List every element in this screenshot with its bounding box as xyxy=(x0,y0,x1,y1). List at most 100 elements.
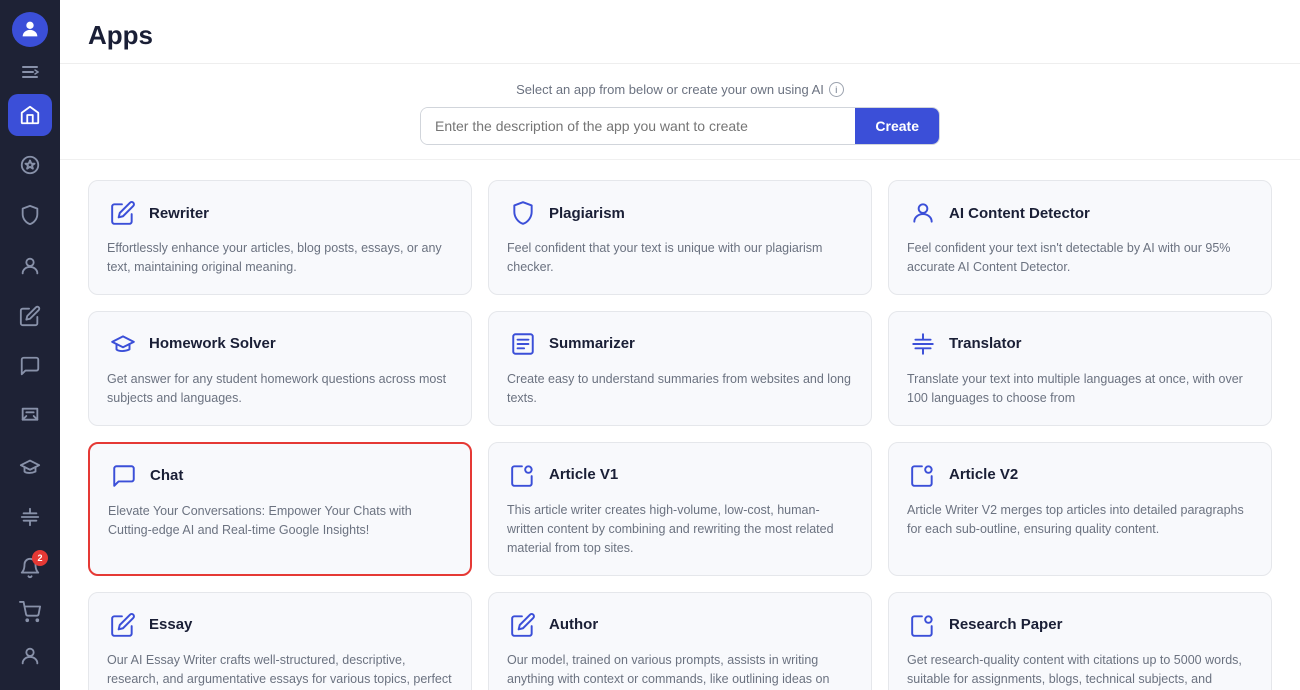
app-card-header-article-v2: Article V2 xyxy=(907,459,1253,491)
app-card-summarizer[interactable]: Summarizer Create easy to understand summ… xyxy=(488,311,872,426)
app-card-desc-author: Our model, trained on various prompts, a… xyxy=(507,651,853,690)
notification-badge: 2 xyxy=(32,550,48,566)
sidebar-item-chat[interactable] xyxy=(8,345,52,387)
app-card-header-ai-content-detector: AI Content Detector xyxy=(907,197,1253,229)
page-header: Apps xyxy=(60,0,1300,64)
app-card-plagiarism[interactable]: Plagiarism Feel confident that your text … xyxy=(488,180,872,295)
main-content: Apps Select an app from below or create … xyxy=(60,0,1300,690)
app-card-desc-ai-content-detector: Feel confident your text isn't detectabl… xyxy=(907,239,1253,278)
app-card-title-research-paper: Research Paper xyxy=(949,616,1062,633)
sidebar-logo xyxy=(12,12,48,47)
app-card-homework-solver[interactable]: Homework Solver Get answer for any studen… xyxy=(88,311,472,426)
author-icon xyxy=(507,609,539,641)
chat-icon xyxy=(108,460,140,492)
app-card-header-chat: Chat xyxy=(108,460,452,492)
app-card-article-v2[interactable]: Article V2 Article Writer V2 merges top a… xyxy=(888,442,1272,576)
app-description-input[interactable] xyxy=(421,108,855,144)
sidebar-item-apps[interactable] xyxy=(8,144,52,186)
search-section: Select an app from below or create your … xyxy=(60,64,1300,160)
app-card-desc-summarizer: Create easy to understand summaries from… xyxy=(507,370,853,409)
homework-solver-icon xyxy=(107,328,139,360)
app-card-title-translator: Translator xyxy=(949,335,1022,352)
app-card-header-essay: Essay xyxy=(107,609,453,641)
info-icon: i xyxy=(829,82,844,97)
edit-icon xyxy=(19,305,41,327)
app-card-header-plagiarism: Plagiarism xyxy=(507,197,853,229)
search-bar: Create xyxy=(420,107,940,145)
sidebar-item-notification[interactable]: 2 xyxy=(8,546,52,590)
app-card-header-rewriter: Rewriter xyxy=(107,197,453,229)
app-card-author[interactable]: Author Our model, trained on various prom… xyxy=(488,592,872,690)
sidebar-item-person[interactable] xyxy=(8,245,52,287)
sidebar-item-graduation[interactable] xyxy=(8,446,52,488)
sidebar-item-shield[interactable] xyxy=(8,194,52,236)
app-card-title-rewriter: Rewriter xyxy=(149,205,209,222)
ai-content-detector-icon xyxy=(907,197,939,229)
app-card-header-author: Author xyxy=(507,609,853,641)
sidebar-item-cart[interactable] xyxy=(8,590,52,634)
app-card-desc-research-paper: Get research-quality content with citati… xyxy=(907,651,1253,690)
app-card-desc-chat: Elevate Your Conversations: Empower Your… xyxy=(108,502,452,541)
apps-grid: Rewriter Effortlessly enhance your articl… xyxy=(60,160,1300,690)
graduation-icon xyxy=(19,456,41,478)
translate-icon xyxy=(19,506,41,528)
app-card-title-article-v1: Article V1 xyxy=(549,466,618,483)
app-card-desc-translator: Translate your text into multiple langua… xyxy=(907,370,1253,409)
app-card-chat[interactable]: Chat Elevate Your Conversations: Empower … xyxy=(88,442,472,576)
app-card-title-article-v2: Article V2 xyxy=(949,466,1018,483)
person-icon xyxy=(19,255,41,277)
research-paper-icon xyxy=(907,609,939,641)
app-card-article-v1[interactable]: Article V1 This article writer creates hi… xyxy=(488,442,872,576)
sidebar-item-user[interactable] xyxy=(8,634,52,678)
app-card-title-homework-solver: Homework Solver xyxy=(149,335,276,352)
sidebar-item-translate[interactable] xyxy=(8,496,52,538)
logo-icon xyxy=(19,18,41,40)
article-v1-icon xyxy=(507,459,539,491)
sidebar-collapse-button[interactable] xyxy=(16,63,44,82)
app-card-research-paper[interactable]: Research Paper Get research-quality conte… xyxy=(888,592,1272,690)
app-card-title-summarizer: Summarizer xyxy=(549,335,635,352)
rewriter-icon xyxy=(107,197,139,229)
cart-icon xyxy=(19,601,41,623)
app-card-title-ai-content-detector: AI Content Detector xyxy=(949,205,1090,222)
apps-icon xyxy=(19,154,41,176)
sidebar-item-message[interactable] xyxy=(8,395,52,437)
app-card-desc-plagiarism: Feel confident that your text is unique … xyxy=(507,239,853,278)
app-card-title-essay: Essay xyxy=(149,616,192,633)
app-card-desc-rewriter: Effortlessly enhance your articles, blog… xyxy=(107,239,453,278)
home-icon xyxy=(19,104,41,126)
summarizer-icon xyxy=(507,328,539,360)
app-card-header-research-paper: Research Paper xyxy=(907,609,1253,641)
plagiarism-icon xyxy=(507,197,539,229)
app-card-rewriter[interactable]: Rewriter Effortlessly enhance your articl… xyxy=(88,180,472,295)
app-card-essay[interactable]: Essay Our AI Essay Writer crafts well-str… xyxy=(88,592,472,690)
message-icon xyxy=(19,405,41,427)
app-card-translator[interactable]: Translator Translate your text into multi… xyxy=(888,311,1272,426)
chat-bubble-icon xyxy=(19,355,41,377)
sidebar-bottom: 2 xyxy=(8,546,52,678)
app-card-header-translator: Translator xyxy=(907,328,1253,360)
app-card-desc-article-v2: Article Writer V2 merges top articles in… xyxy=(907,501,1253,540)
article-v2-icon xyxy=(907,459,939,491)
shield-icon xyxy=(19,204,41,226)
app-card-desc-homework-solver: Get answer for any student homework ques… xyxy=(107,370,453,409)
sidebar-item-home[interactable] xyxy=(8,94,52,136)
create-button[interactable]: Create xyxy=(855,108,939,144)
page-title: Apps xyxy=(88,20,1272,51)
search-subtitle: Select an app from below or create your … xyxy=(516,82,844,97)
user-icon xyxy=(19,645,41,667)
app-card-title-author: Author xyxy=(549,616,598,633)
essay-icon xyxy=(107,609,139,641)
app-card-header-article-v1: Article V1 xyxy=(507,459,853,491)
app-card-header-summarizer: Summarizer xyxy=(507,328,853,360)
sidebar-item-edit[interactable] xyxy=(8,295,52,337)
app-card-title-plagiarism: Plagiarism xyxy=(549,205,625,222)
app-card-title-chat: Chat xyxy=(150,467,183,484)
translator-icon xyxy=(907,328,939,360)
sidebar: 2 xyxy=(0,0,60,690)
search-subtitle-text: Select an app from below or create your … xyxy=(516,82,824,97)
app-card-desc-article-v1: This article writer creates high-volume,… xyxy=(507,501,853,559)
app-card-ai-content-detector[interactable]: AI Content Detector Feel confident your t… xyxy=(888,180,1272,295)
app-card-header-homework-solver: Homework Solver xyxy=(107,328,453,360)
app-card-desc-essay: Our AI Essay Writer crafts well-structur… xyxy=(107,651,453,690)
